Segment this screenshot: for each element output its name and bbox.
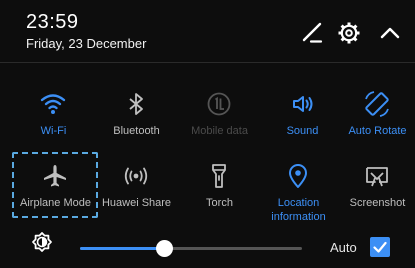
- screenshot-icon: [362, 161, 392, 191]
- status-header: 23:59 Friday, 23 December: [0, 0, 415, 62]
- sound-icon: [287, 89, 317, 119]
- toggle-label: Screenshot: [349, 197, 406, 209]
- brightness-slider[interactable]: [80, 240, 302, 257]
- header-divider: [0, 62, 415, 63]
- auto-rotate-icon: [362, 89, 392, 119]
- location-icon: [283, 161, 313, 191]
- checkmark-icon: [373, 241, 387, 253]
- gear-icon: [338, 22, 360, 44]
- toggle-label: Airplane Mode: [20, 197, 91, 209]
- pencil-icon: [302, 22, 323, 43]
- toggle-auto-rotate[interactable]: Auto Rotate: [336, 80, 415, 148]
- toggle-label: Wi-Fi: [40, 125, 67, 137]
- auto-brightness-checkbox[interactable]: [370, 237, 390, 257]
- torch-icon: [204, 161, 234, 191]
- brightness-slider-handle[interactable]: [156, 240, 174, 257]
- settings-button[interactable]: [336, 20, 362, 46]
- toggle-location[interactable]: Location information: [257, 152, 340, 223]
- toggle-sound[interactable]: Sound: [261, 80, 344, 148]
- chevron-up-icon: [380, 27, 400, 39]
- date-label: Friday, 23 December: [26, 36, 147, 51]
- toggle-wifi[interactable]: Wi-Fi: [12, 80, 95, 148]
- mobile-data-icon: [204, 89, 234, 119]
- auto-brightness-label: Auto: [330, 240, 357, 255]
- brightness-slider-fill: [80, 247, 165, 250]
- toggle-label: Torch: [206, 197, 233, 209]
- huawei-share-icon: [121, 161, 151, 191]
- edit-button[interactable]: [299, 20, 325, 46]
- toggle-label: Location information: [271, 197, 326, 223]
- bluetooth-icon: [121, 89, 151, 119]
- toggle-label: Mobile data: [191, 125, 248, 137]
- toggle-label: Sound: [286, 125, 319, 137]
- brightness-icon: [30, 230, 54, 254]
- toggle-huawei-share[interactable]: Huawei Share: [95, 152, 178, 220]
- clock-time: 23:59: [26, 11, 79, 33]
- collapse-button[interactable]: [377, 20, 403, 46]
- toggle-screenshot[interactable]: Screenshot: [336, 152, 415, 220]
- toggle-torch[interactable]: Torch: [178, 152, 261, 220]
- toggle-label: Bluetooth: [113, 125, 160, 137]
- wifi-icon: [38, 89, 68, 119]
- toggle-airplane-mode[interactable]: Airplane Mode: [14, 152, 97, 220]
- toggle-label: Auto Rotate: [348, 125, 407, 137]
- toggle-label: Huawei Share: [101, 197, 172, 209]
- airplane-icon: [40, 161, 70, 191]
- toggle-bluetooth[interactable]: Bluetooth: [95, 80, 178, 148]
- toggle-mobile-data[interactable]: Mobile data: [178, 80, 261, 148]
